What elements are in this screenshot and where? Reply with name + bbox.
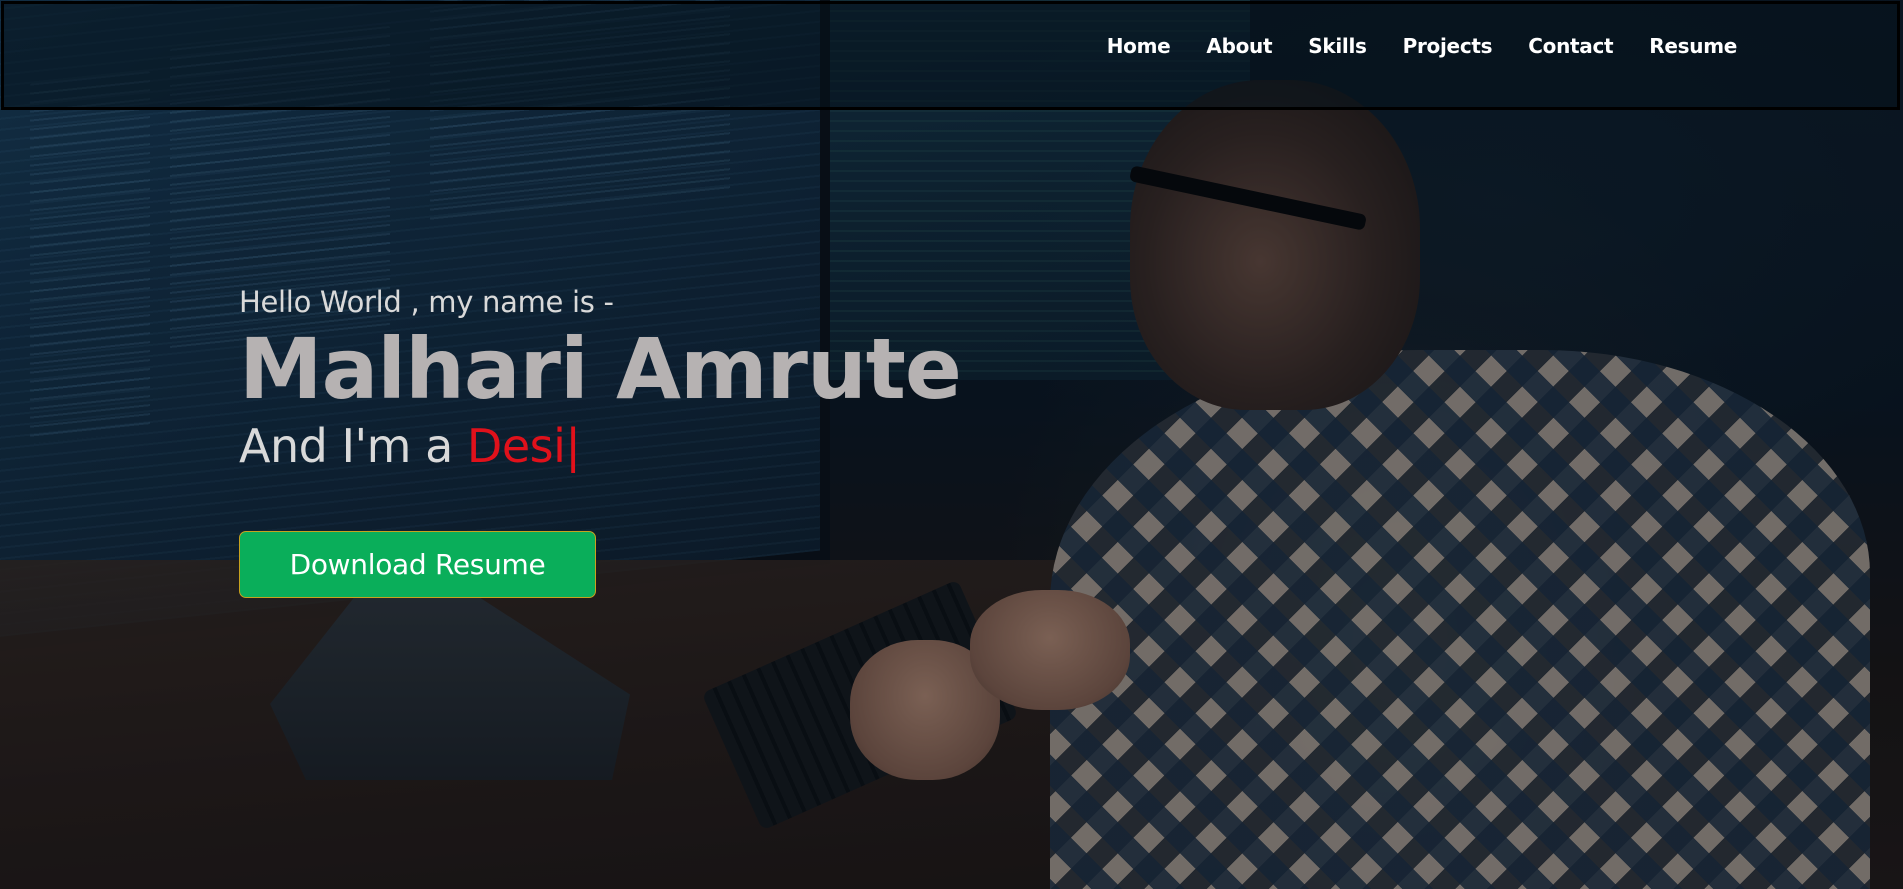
navbar: Home About Skills Projects Contact Resum…: [1, 1, 1900, 110]
hero-section: Home About Skills Projects Contact Resum…: [0, 0, 1903, 889]
nav-link-contact[interactable]: Contact: [1528, 34, 1613, 58]
download-resume-button[interactable]: Download Resume: [239, 531, 596, 598]
nav-link-projects[interactable]: Projects: [1403, 34, 1493, 58]
nav-menu: Home About Skills Projects Contact Resum…: [1107, 34, 1738, 58]
nav-item-home: Home: [1107, 34, 1171, 58]
hero-role-typed: Desi: [466, 419, 566, 473]
nav-item-resume: Resume: [1649, 34, 1737, 58]
nav-item-about: About: [1206, 34, 1272, 58]
nav-link-resume[interactable]: Resume: [1649, 34, 1737, 58]
nav-item-skills: Skills: [1308, 34, 1367, 58]
hero-role-line: And I'm a Desi|: [239, 419, 961, 473]
typing-cursor: |: [565, 419, 581, 473]
nav-link-skills[interactable]: Skills: [1308, 34, 1367, 58]
hero-name: Malhari Amrute: [239, 320, 962, 418]
hero-intro: Hello World , my name is - Malhari Amrut…: [239, 285, 962, 473]
hero-role-prefix: And I'm a: [239, 419, 467, 473]
hero-greeting: Hello World , my name is -: [239, 285, 614, 319]
nav-link-about[interactable]: About: [1206, 34, 1272, 58]
nav-item-contact: Contact: [1528, 34, 1613, 58]
nav-item-projects: Projects: [1403, 34, 1493, 58]
nav-link-home[interactable]: Home: [1107, 34, 1171, 58]
